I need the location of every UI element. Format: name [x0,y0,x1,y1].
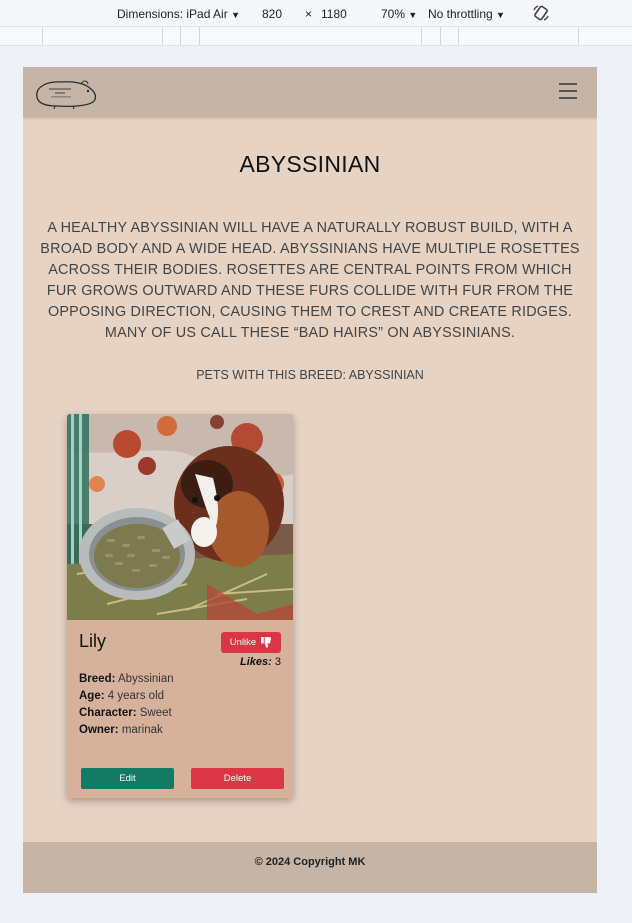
owner-value: marinak [121,724,163,736]
pet-name: Lily [79,631,107,651]
likes-label: Likes: [240,656,272,668]
owner-label: Owner: [79,724,119,736]
age-label: Age: [79,690,105,702]
breed-description: A healthy Abyssinian will have a natural… [40,220,580,341]
character-label: Character: [79,707,137,719]
throttling-label: No throttling [428,7,493,21]
zoom-label: 70% [381,7,406,21]
chevron-down-icon: ▼ [408,10,418,20]
breed-label: Breed: [79,673,116,685]
rotate-icon[interactable] [532,4,550,22]
footer: © 2024 Copyright MK [23,842,597,893]
page-title: ABYSSINIAN [239,151,381,177]
devtools-device-toolbar: Dimensions: iPad Air ▼ 820 × 1180 70% ▼ … [0,0,632,27]
character-row: Character: Sweet [79,705,174,722]
throttling-select[interactable]: No throttling ▼ [428,7,505,21]
pets-with-breed-heading: PETS WITH THIS BREED: ABYSSINIAN [196,368,424,382]
device-height-input[interactable]: 1180 [321,7,347,21]
delete-button[interactable]: Delete [191,768,284,789]
breed-value: Abyssinian [118,673,174,685]
chevron-down-icon: ▼ [231,10,240,20]
pet-photo [67,414,293,620]
copyright-text: © 2024 Copyright MK [254,856,366,868]
media-query-ruler [0,27,632,46]
owner-row: Owner: marinak [79,722,174,739]
hamburger-menu-icon[interactable] [559,83,577,99]
likes-count: Likes: 3 [240,656,281,668]
device-dimensions-select[interactable]: Dimensions: iPad Air ▼ [117,7,240,21]
device-dimensions-label: Dimensions: iPad Air [117,7,228,21]
age-row: Age: 4 years old [79,688,174,705]
likes-value: 3 [274,656,281,668]
zoom-select[interactable]: 70% ▼ [381,7,417,21]
breed-row: Breed: Abyssinian [79,671,174,688]
guinea-pig-logo[interactable] [33,75,101,109]
device-width-input[interactable]: 820 [262,7,282,21]
age-value: 4 years old [107,690,165,702]
page-viewport: ABYSSINIAN A healthy Abyssinian will hav… [23,67,597,893]
navbar [23,67,597,117]
chevron-down-icon: ▼ [496,10,505,20]
pet-card: Lily Unlike Likes: 3 Breed: Abyssinian A… [67,414,293,798]
thumbs-down-icon [261,637,272,648]
pet-info: Breed: Abyssinian Age: 4 years old Chara… [79,671,174,739]
dimension-times-separator: × [305,7,313,21]
edit-button[interactable]: Edit [81,768,174,789]
unlike-button[interactable]: Unlike [221,632,281,653]
character-value: Sweet [139,707,172,719]
unlike-button-label: Unlike [229,637,257,648]
